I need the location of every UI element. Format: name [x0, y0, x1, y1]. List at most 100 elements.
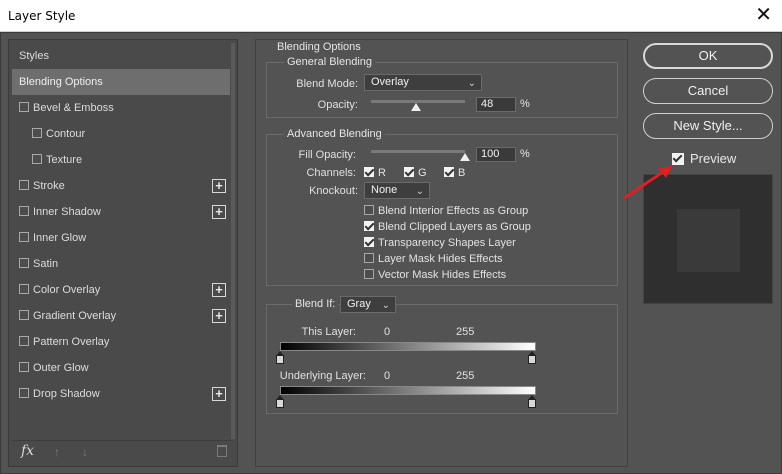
style-item-label: Stroke: [33, 180, 65, 192]
style-item-checkbox[interactable]: [19, 388, 29, 399]
style-item-inner-shadow[interactable]: Inner Shadow +: [12, 199, 230, 225]
style-item-blending-options[interactable]: Blending Options: [12, 69, 230, 95]
add-effect-plus-icon[interactable]: +: [212, 387, 226, 401]
style-item-label: Styles: [19, 50, 49, 62]
this-layer-low-value: 0: [384, 326, 391, 338]
style-item-checkbox[interactable]: [19, 284, 29, 295]
style-item-outer-glow[interactable]: Outer Glow: [12, 355, 230, 381]
channel-g-checkbox[interactable]: G: [404, 167, 427, 179]
style-list-scrollbar[interactable]: [231, 43, 235, 439]
blending-options-title: Blending Options: [274, 41, 364, 53]
blend-mode-select[interactable]: Overlay ⌄: [364, 74, 482, 91]
option-checkbox[interactable]: [364, 237, 374, 248]
move-up-icon[interactable]: ↑: [54, 445, 60, 459]
style-item-checkbox[interactable]: [19, 102, 29, 113]
style-item-checkbox[interactable]: [19, 310, 29, 321]
new-style-button[interactable]: New Style...: [643, 113, 773, 139]
option-label: Layer Mask Hides Effects: [378, 253, 503, 265]
style-item-pattern-overlay[interactable]: Pattern Overlay: [12, 329, 230, 355]
option-checkbox[interactable]: [364, 221, 374, 232]
option-label: Vector Mask Hides Effects: [378, 269, 507, 281]
this-layer-gradient: [280, 342, 536, 351]
style-item-checkbox[interactable]: [19, 180, 29, 191]
style-item-checkbox[interactable]: [32, 128, 42, 139]
option-blend-clipped-layers-as-group[interactable]: Blend Clipped Layers as Group: [364, 221, 531, 233]
option-checkbox[interactable]: [364, 269, 374, 280]
option-layer-mask-hides-effects[interactable]: Layer Mask Hides Effects: [364, 253, 503, 265]
fill-opacity-slider[interactable]: [371, 150, 465, 153]
blend-if-select[interactable]: Gray ⌄: [340, 296, 396, 313]
close-icon[interactable]: ✕: [755, 4, 772, 26]
style-item-label: Pattern Overlay: [33, 336, 110, 348]
opacity-field[interactable]: 48: [476, 97, 516, 112]
style-item-inner-glow[interactable]: Inner Glow: [12, 225, 230, 251]
annotation-arrow-icon: [623, 166, 672, 200]
style-item-contour[interactable]: Contour: [12, 121, 230, 147]
channel-b-checkbox[interactable]: B: [444, 167, 465, 179]
style-item-gradient-overlay[interactable]: Gradient Overlay +: [12, 303, 230, 329]
style-item-checkbox[interactable]: [19, 336, 29, 347]
underlying-low-value: 0: [384, 370, 391, 382]
advanced-blending-title: Advanced Blending: [284, 128, 385, 140]
option-checkbox[interactable]: [364, 253, 374, 264]
ok-button[interactable]: OK: [643, 43, 773, 69]
option-vector-mask-hides-effects[interactable]: Vector Mask Hides Effects: [364, 269, 506, 281]
add-effect-plus-icon[interactable]: +: [212, 179, 226, 193]
preview-swatch: [677, 209, 740, 272]
cancel-button[interactable]: Cancel: [643, 78, 773, 104]
channel-r-checkbox[interactable]: R: [364, 167, 386, 179]
style-item-checkbox[interactable]: [19, 258, 29, 269]
style-item-label: Color Overlay: [33, 284, 101, 296]
style-item-texture[interactable]: Texture: [12, 147, 230, 173]
add-effect-plus-icon[interactable]: +: [212, 205, 226, 219]
move-down-icon[interactable]: ↓: [82, 445, 88, 459]
blend-if-group: [266, 304, 618, 414]
chevron-down-icon: ⌄: [381, 300, 390, 311]
style-item-label: Gradient Overlay: [33, 310, 117, 322]
preview-label: Preview: [690, 151, 737, 166]
style-item-drop-shadow[interactable]: Drop Shadow +: [12, 381, 230, 407]
this-layer-black-handle[interactable]: [276, 351, 284, 364]
trash-icon[interactable]: [217, 445, 227, 457]
add-effect-plus-icon[interactable]: +: [212, 309, 226, 323]
blending-options-panel: Blending Options General Blending Blend …: [255, 39, 628, 467]
option-blend-interior-effects-as-group[interactable]: Blend Interior Effects as Group: [364, 205, 528, 217]
underlying-layer-label: Underlying Layer:: [279, 370, 366, 382]
fill-opacity-field[interactable]: 100: [476, 147, 516, 162]
chevron-down-icon: ⌄: [415, 186, 424, 197]
option-checkbox[interactable]: [364, 205, 374, 216]
window-title: Layer Style: [8, 9, 76, 23]
underlying-black-handle[interactable]: [276, 395, 284, 408]
style-item-label: Inner Shadow: [33, 206, 101, 218]
opacity-slider-thumb[interactable]: [411, 103, 422, 111]
style-item-label: Texture: [46, 154, 83, 166]
style-item-label: Inner Glow: [33, 232, 87, 244]
styles-toolbar: fx ↑ ↓: [12, 440, 233, 462]
underlying-white-handle[interactable]: [528, 395, 536, 408]
style-item-checkbox[interactable]: [19, 232, 29, 243]
option-label: Transparency Shapes Layer: [378, 237, 516, 249]
style-item-label: Satin: [33, 258, 59, 270]
style-item-bevel-emboss[interactable]: Bevel & Emboss: [12, 95, 230, 121]
style-item-label: Blending Options: [19, 76, 103, 88]
style-item-checkbox[interactable]: [19, 362, 29, 373]
style-item-styles[interactable]: Styles: [12, 43, 230, 69]
fx-button[interactable]: fx: [21, 443, 34, 459]
add-effect-plus-icon[interactable]: +: [212, 283, 226, 297]
chevron-down-icon: ⌄: [467, 78, 476, 89]
underlying-layer-gradient: [280, 386, 536, 395]
fill-opacity-slider-thumb[interactable]: [460, 153, 470, 161]
style-item-checkbox[interactable]: [19, 206, 29, 217]
option-label: Blend Interior Effects as Group: [378, 205, 529, 217]
general-blending-title: General Blending: [284, 56, 376, 68]
option-transparency-shapes-layer[interactable]: Transparency Shapes Layer: [364, 237, 516, 249]
fill-opacity-label: Fill Opacity:: [298, 149, 356, 161]
knockout-select[interactable]: None ⌄: [364, 182, 430, 199]
style-item-satin[interactable]: Satin: [12, 251, 230, 277]
style-item-stroke[interactable]: Stroke +: [12, 173, 230, 199]
style-item-color-overlay[interactable]: Color Overlay +: [12, 277, 230, 303]
style-item-checkbox[interactable]: [32, 154, 42, 165]
blend-mode-value: Overlay: [371, 76, 409, 88]
this-layer-white-handle[interactable]: [528, 351, 536, 364]
blend-mode-label: Blend Mode:: [296, 78, 358, 90]
